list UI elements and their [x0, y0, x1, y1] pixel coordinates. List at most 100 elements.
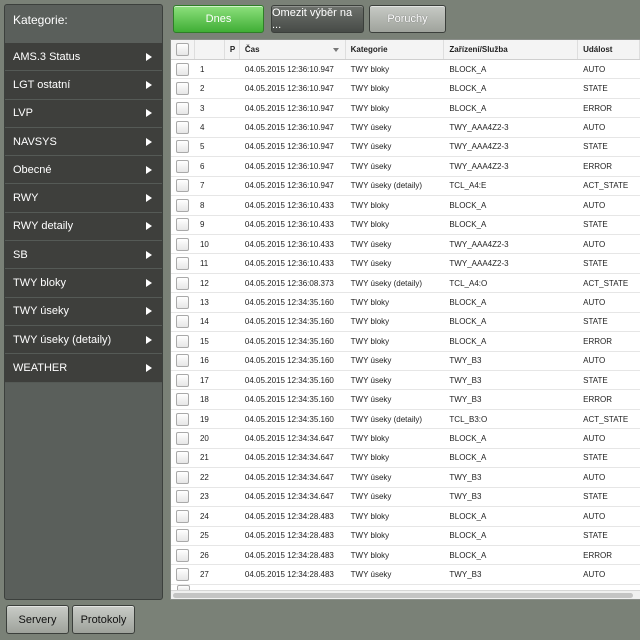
- time-cell: 04.05.2015 12:34:35.160: [244, 414, 334, 424]
- table-row[interactable]: 3 04.05.2015 12:36:10.947 TWY bloky BLOCK_A…: [171, 99, 640, 119]
- row-checkbox[interactable]: [176, 257, 190, 271]
- table-row[interactable]: 27 04.05.2015 12:34:28.483 TWY úseky TWY_B3…: [171, 565, 640, 585]
- row-checkbox[interactable]: [176, 101, 190, 115]
- column-header-event[interactable]: Událost: [578, 40, 640, 59]
- column-header-p[interactable]: P: [225, 40, 240, 59]
- table-row[interactable]: 6 04.05.2015 12:36:10.947 TWY úseky TWY_AAA…: [171, 157, 640, 177]
- table-row[interactable]: 20 04.05.2015 12:34:34.647 TWY bloky BLOCK_…: [171, 429, 640, 449]
- faults-button[interactable]: Poruchy: [369, 5, 446, 33]
- category-item[interactable]: TWY úseky (detaily): [5, 325, 162, 355]
- row-checkbox[interactable]: [176, 509, 190, 523]
- row-checkbox[interactable]: [176, 218, 190, 232]
- row-checkbox[interactable]: [176, 529, 190, 543]
- today-button[interactable]: Dnes: [173, 5, 264, 33]
- row-checkbox[interactable]: [176, 393, 190, 407]
- row-number: 21: [199, 453, 209, 463]
- horizontal-scrollbar[interactable]: [171, 590, 640, 599]
- table-row[interactable]: 1 04.05.2015 12:36:10.947 TWY bloky BLOCK_A…: [171, 60, 640, 80]
- row-checkbox[interactable]: [176, 432, 190, 446]
- category-item[interactable]: SB: [5, 241, 162, 270]
- category-item[interactable]: Obecné: [5, 156, 162, 185]
- row-checkbox[interactable]: [176, 334, 190, 348]
- table-row[interactable]: 24 04.05.2015 12:34:28.483 TWY bloky BLOCK_…: [171, 507, 640, 527]
- table-row[interactable]: 19 04.05.2015 12:34:35.160 TWY úseky (deta…: [171, 410, 640, 430]
- row-checkbox[interactable]: [176, 159, 190, 173]
- row-checkbox[interactable]: [176, 179, 190, 193]
- table-row[interactable]: 2 04.05.2015 12:36:10.947 TWY bloky BLOCK_A…: [171, 79, 640, 99]
- category-item[interactable]: AMS.3 Status: [5, 43, 162, 72]
- table-row[interactable]: 18 04.05.2015 12:34:35.160 TWY úseky TWY_B3…: [171, 390, 640, 410]
- table-row[interactable]: 4 04.05.2015 12:36:10.947 TWY úseky TWY_AAA…: [171, 118, 640, 138]
- servers-button[interactable]: Servery: [6, 605, 69, 634]
- table-row[interactable]: 10 04.05.2015 12:36:10.433 TWY úseky TWY_AA…: [171, 235, 640, 255]
- time-cell: 04.05.2015 12:36:10.947: [244, 84, 334, 94]
- row-checkbox[interactable]: [176, 568, 190, 582]
- time-cell: 04.05.2015 12:36:10.947: [244, 181, 334, 191]
- table-row[interactable]: 23 04.05.2015 12:34:34.647 TWY úseky TWY_B3…: [171, 488, 640, 508]
- column-header-device[interactable]: Zařízení/Služba: [444, 40, 579, 59]
- table-row[interactable]: 21 04.05.2015 12:34:34.647 TWY bloky BLOCK_…: [171, 449, 640, 469]
- device-cell: TWY_AAA4Z2-3: [449, 259, 509, 269]
- row-number: 14: [199, 317, 209, 327]
- table-row[interactable]: 8 04.05.2015 12:36:10.433 TWY bloky BLOCK_A…: [171, 196, 640, 216]
- row-checkbox[interactable]: [176, 121, 190, 135]
- category-item[interactable]: NAVSYS: [5, 127, 162, 157]
- table-row[interactable]: 11 04.05.2015 12:36:10.433 TWY úseky TWY_AA…: [171, 254, 640, 274]
- column-header-category[interactable]: Kategorie: [346, 40, 445, 59]
- row-checkbox[interactable]: [176, 315, 190, 329]
- device-cell: TWY_B3: [449, 492, 482, 502]
- category-item[interactable]: RWY: [5, 184, 162, 213]
- row-checkbox[interactable]: [176, 276, 190, 290]
- protocols-button[interactable]: Protokoly: [72, 605, 135, 634]
- row-number: 7: [199, 181, 205, 191]
- row-checkbox[interactable]: [176, 490, 190, 504]
- row-checkbox[interactable]: [176, 373, 190, 387]
- category-item[interactable]: LVP: [5, 99, 162, 128]
- table-row[interactable]: 9 04.05.2015 12:36:10.433 TWY bloky BLOCK_A…: [171, 216, 640, 235]
- table-row[interactable]: 25 04.05.2015 12:34:28.483 TWY bloky BLOCK_…: [171, 527, 640, 546]
- time-cell: 04.05.2015 12:34:34.647: [244, 472, 334, 482]
- table-body: 1 04.05.2015 12:36:10.947 TWY bloky BLOCK_A…: [171, 60, 640, 585]
- row-checkbox[interactable]: [176, 82, 190, 96]
- row-checkbox-cell: [171, 216, 195, 234]
- row-checkbox[interactable]: [176, 470, 190, 484]
- row-checkbox[interactable]: [176, 295, 190, 309]
- row-checkbox[interactable]: [176, 237, 190, 251]
- category-item[interactable]: RWY detaily: [5, 212, 162, 242]
- row-checkbox-cell: [171, 468, 195, 486]
- event-cell: ERROR: [583, 550, 613, 560]
- row-checkbox[interactable]: [176, 548, 190, 562]
- table-row[interactable]: 7 04.05.2015 12:36:10.947 TWY úseky (detai…: [171, 177, 640, 197]
- category-item[interactable]: LGT ostatní: [5, 71, 162, 100]
- table-row[interactable]: 15 04.05.2015 12:34:35.160 TWY bloky BLOCK_…: [171, 332, 640, 352]
- category-cell: TWY úseky (detaily): [350, 181, 423, 191]
- select-all-checkbox[interactable]: [175, 43, 189, 56]
- row-checkbox[interactable]: [176, 140, 190, 154]
- row-checkbox[interactable]: [176, 354, 190, 368]
- priority-cell: [225, 99, 240, 117]
- device-cell: BLOCK_A: [449, 550, 487, 560]
- category-item-label: TWY úseky (detaily): [13, 333, 112, 346]
- table-row[interactable]: 5 04.05.2015 12:36:10.947 TWY úseky TWY_AAA…: [171, 138, 640, 158]
- time-cell: 04.05.2015 12:36:10.947: [244, 142, 334, 152]
- column-header-time[interactable]: Čas: [240, 40, 346, 59]
- table-row[interactable]: 26 04.05.2015 12:34:28.483 TWY bloky BLOCK_…: [171, 546, 640, 566]
- row-checkbox[interactable]: [176, 62, 190, 76]
- priority-cell: [225, 79, 240, 97]
- table-row[interactable]: 22 04.05.2015 12:34:34.647 TWY úseky TWY_B3…: [171, 468, 640, 488]
- row-checkbox[interactable]: [176, 412, 190, 426]
- category-cell: TWY bloky: [350, 200, 390, 210]
- row-checkbox[interactable]: [176, 451, 190, 465]
- table-row[interactable]: 16 04.05.2015 12:34:35.160 TWY úseky TWY_B3…: [171, 352, 640, 371]
- time-cell: 04.05.2015 12:34:34.647: [244, 492, 334, 502]
- table-row[interactable]: 13 04.05.2015 12:34:35.160 TWY bloky BLOCK_…: [171, 293, 640, 313]
- row-checkbox[interactable]: [176, 198, 190, 212]
- category-item[interactable]: WEATHER: [5, 354, 162, 383]
- scrollbar-thumb[interactable]: [173, 593, 633, 598]
- category-item[interactable]: TWY bloky: [5, 269, 162, 298]
- category-item[interactable]: TWY úseky: [5, 297, 162, 326]
- table-row[interactable]: 14 04.05.2015 12:34:35.160 TWY bloky BLOCK_…: [171, 313, 640, 333]
- table-row[interactable]: 17 04.05.2015 12:34:35.160 TWY úseky TWY_B3…: [171, 371, 640, 391]
- limit-selection-button[interactable]: Omezit výběr na ...: [271, 5, 364, 33]
- table-row[interactable]: 12 04.05.2015 12:36:08.373 TWY úseky (deta…: [171, 274, 640, 294]
